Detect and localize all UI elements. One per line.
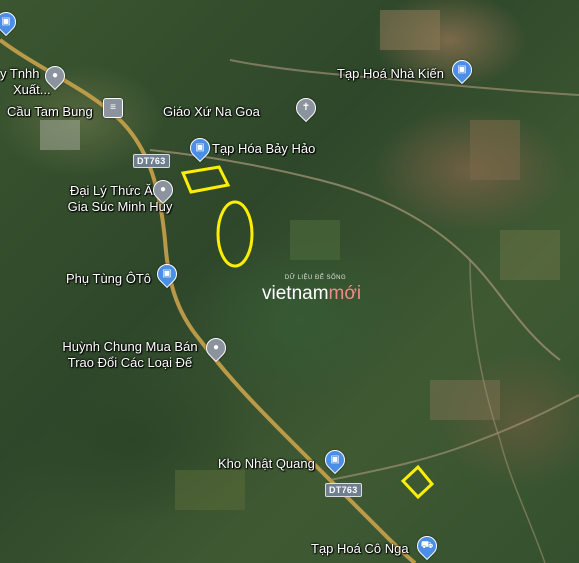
- bridge-glyph-icon: ≡: [110, 102, 116, 113]
- highlight-parcel-north: [180, 165, 231, 194]
- bag-glyph-icon: ▣: [1, 16, 11, 27]
- place-label: Trao Đổi Các Loại Đế: [67, 355, 193, 370]
- highlight-parcel-south: [400, 464, 435, 500]
- bag-glyph-icon: ▣: [457, 64, 467, 75]
- vietnammoi-watermark: DỮ LIỆU ĐỂ SỐNG vietnammới: [262, 275, 361, 305]
- field-patch: [175, 470, 245, 510]
- place-label[interactable]: Cầu Tam Bung: [7, 104, 93, 119]
- field-patch: [40, 120, 80, 150]
- satellite-map[interactable]: DT763 DT763 ▣ ● y Tnhh Xuất... Cầu Tam B…: [0, 0, 579, 563]
- watermark-brand: vietnammới: [262, 283, 361, 305]
- bag-glyph-icon: ▣: [195, 142, 205, 153]
- watermark-tagline: DỮ LIỆU ĐỂ SỐNG: [284, 275, 347, 281]
- bag-glyph-icon: ▣: [162, 268, 172, 279]
- place-label[interactable]: Kho Nhật Quang: [218, 456, 315, 471]
- place-label[interactable]: Huỳnh Chung Mua Bán: [55, 339, 205, 354]
- field-patch: [290, 220, 340, 260]
- cart-glyph-icon: ⛟: [420, 540, 434, 551]
- place-label[interactable]: Tạp Hoá Nhà Kiến: [337, 66, 444, 81]
- bag-glyph-icon: ▣: [330, 454, 340, 465]
- cross-glyph-icon: ✝: [301, 102, 311, 113]
- field-patch: [380, 10, 440, 50]
- place-label[interactable]: Tạp Hóa Bảy Hảo: [212, 141, 315, 156]
- place-label[interactable]: Giáo Xứ Na Goa: [163, 104, 260, 119]
- place-label: Xuất...: [13, 82, 51, 97]
- highlight-area-ellipse: [216, 200, 254, 268]
- road-shield-dt763: DT763: [325, 483, 362, 497]
- watermark-brand-main: vietnam: [262, 283, 329, 304]
- place-label[interactable]: Phụ Tùng ÔTô: [66, 271, 151, 286]
- dot-glyph-icon: ●: [212, 342, 220, 353]
- secondary-road: [149, 149, 561, 361]
- field-patch: [430, 380, 500, 420]
- watermark-brand-accent: mới: [328, 283, 362, 304]
- place-label[interactable]: Tạp Hoá Cô Nga: [311, 541, 409, 556]
- dot-glyph-icon: ●: [159, 184, 167, 195]
- field-patch: [470, 120, 520, 180]
- place-label: Gia Súc Minh Huy: [67, 199, 173, 214]
- field-patch: [500, 230, 560, 280]
- road-shield-dt763: DT763: [133, 154, 170, 168]
- place-label[interactable]: y Tnhh: [0, 66, 40, 81]
- bridge-icon[interactable]: ≡: [103, 98, 123, 118]
